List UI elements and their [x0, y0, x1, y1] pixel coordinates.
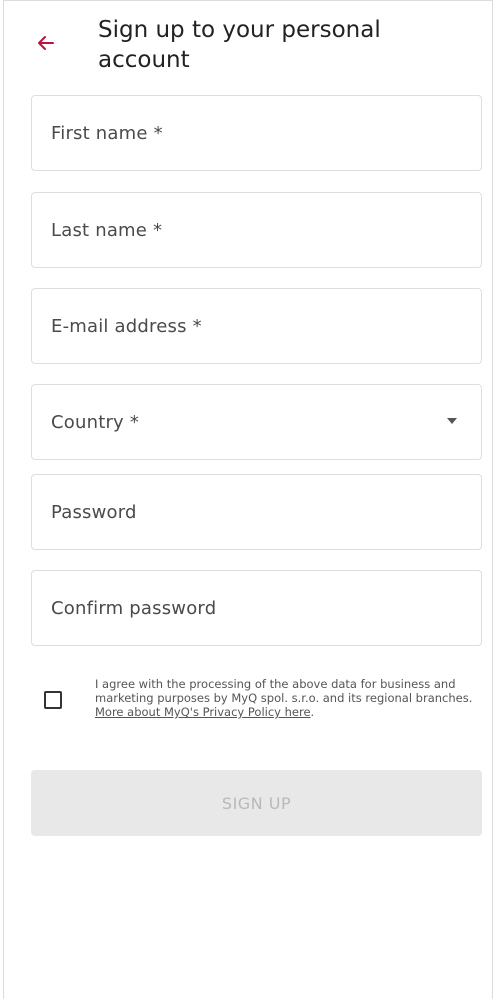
email-placeholder: E-mail address * [51, 315, 202, 337]
confirm-password-placeholder: Confirm password [51, 597, 217, 619]
consent-checkbox[interactable] [44, 691, 62, 709]
country-placeholder: Country * [51, 411, 140, 433]
password-field[interactable]: Password [31, 474, 482, 550]
country-select[interactable]: Country * [31, 384, 482, 460]
consent-statement: I agree with the processing of the above… [95, 677, 473, 705]
email-field[interactable]: E-mail address * [31, 288, 482, 364]
consent-period: . [310, 705, 315, 719]
confirm-password-field[interactable]: Confirm password [31, 570, 482, 646]
arrow-left-icon [38, 36, 54, 50]
privacy-policy-link[interactable]: More about MyQ's Privacy Policy here [95, 705, 311, 719]
consent-text: I agree with the processing of the above… [95, 677, 485, 719]
first-name-placeholder: First name * [51, 122, 163, 144]
signup-screen: Sign up to your personal account First n… [3, 0, 493, 999]
page-title: Sign up to your personal account [98, 17, 381, 73]
consent-row: I agree with the processing of the above… [44, 677, 489, 719]
caret-down-icon [447, 418, 457, 424]
back-button[interactable] [32, 29, 60, 57]
first-name-field[interactable]: First name * [31, 95, 482, 171]
password-placeholder: Password [51, 501, 137, 523]
last-name-field[interactable]: Last name * [31, 192, 482, 268]
sign-up-button[interactable]: SIGN UP [31, 770, 482, 836]
last-name-placeholder: Last name * [51, 219, 163, 241]
